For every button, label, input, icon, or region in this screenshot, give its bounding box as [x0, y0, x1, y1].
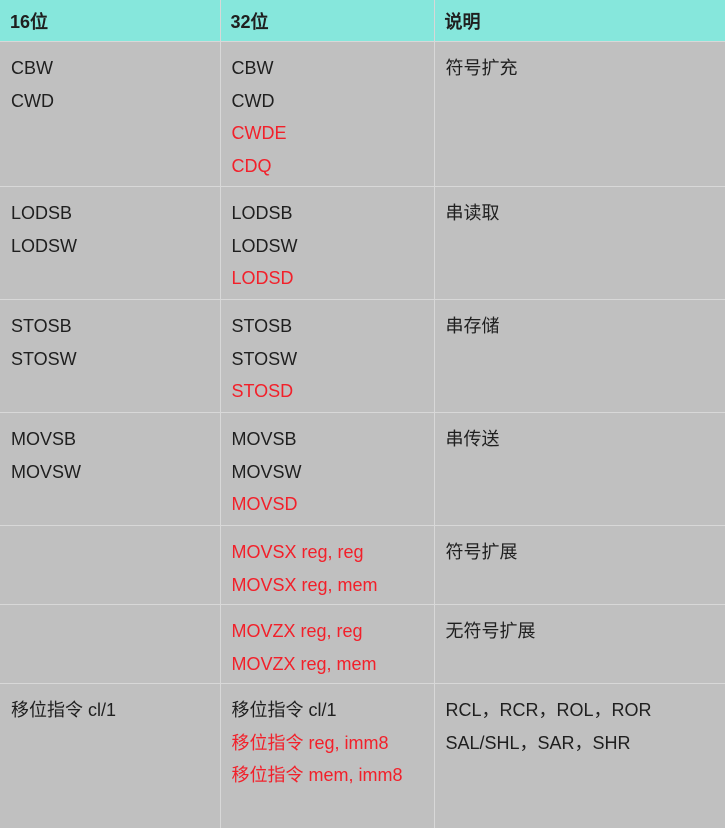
header-description: 说明 — [434, 0, 725, 42]
cell-32bit: LODSBLODSWLODSD — [220, 187, 434, 300]
description-text: SAL/SHL，SAR，SHR — [446, 727, 716, 760]
instruction-32bit-new: CDQ — [232, 150, 424, 183]
instruction-32bit-new: MOVZX reg, reg — [232, 615, 424, 648]
header-32bit: 32位 — [220, 0, 434, 42]
instruction-16bit: CWD — [11, 85, 210, 118]
cell-description: 符号扩充 — [434, 42, 725, 187]
header-row: 16位 32位 说明 — [0, 0, 725, 42]
instruction-16bit: STOSB — [11, 310, 210, 343]
cell-32bit: MOVSX reg, regMOVSX reg, mem — [220, 526, 434, 605]
table-row: STOSBSTOSWSTOSBSTOSWSTOSD串存储 — [0, 300, 725, 413]
instruction-16bit: LODSW — [11, 230, 210, 263]
instruction-32bit-new: LODSD — [232, 262, 424, 295]
cell-description: RCL，RCR，ROL，RORSAL/SHL，SAR，SHR — [434, 684, 725, 828]
instruction-32bit: LODSB — [232, 197, 424, 230]
instruction-32bit-new: STOSD — [232, 375, 424, 408]
table-header: 16位 32位 说明 — [0, 0, 725, 42]
description-text: 串存储 — [446, 310, 716, 343]
instruction-32bit-new: MOVSX reg, reg — [232, 536, 424, 569]
cell-description: 串存储 — [434, 300, 725, 413]
cell-description: 串传送 — [434, 413, 725, 526]
instruction-32bit: STOSW — [232, 343, 424, 376]
cell-32bit: 移位指令 cl/1移位指令 reg, imm8移位指令 mem, imm8 — [220, 684, 434, 828]
instruction-comparison-table: 16位 32位 说明 CBWCWDCBWCWDCWDECDQ符号扩充LODSBL… — [0, 0, 725, 828]
description-text: 符号扩充 — [446, 52, 716, 85]
instruction-16bit: 移位指令 cl/1 — [11, 694, 210, 727]
cell-32bit: MOVZX reg, regMOVZX reg, mem — [220, 605, 434, 684]
instruction-32bit-new: MOVSX reg, mem — [232, 569, 424, 602]
instruction-32bit: 移位指令 cl/1 — [232, 694, 424, 727]
instruction-32bit: MOVSB — [232, 423, 424, 456]
cell-description: 串读取 — [434, 187, 725, 300]
cell-32bit: MOVSBMOVSWMOVSD — [220, 413, 434, 526]
cell-16bit: LODSBLODSW — [0, 187, 220, 300]
header-16bit: 16位 — [0, 0, 220, 42]
instruction-32bit-new: 移位指令 mem, imm8 — [232, 759, 424, 792]
instruction-32bit: CBW — [232, 52, 424, 85]
description-text: 串传送 — [446, 423, 716, 456]
instruction-16bit: STOSW — [11, 343, 210, 376]
description-text: 串读取 — [446, 197, 716, 230]
description-text: RCL，RCR，ROL，ROR — [446, 694, 716, 727]
cell-16bit: STOSBSTOSW — [0, 300, 220, 413]
instruction-16bit: CBW — [11, 52, 210, 85]
table-row: LODSBLODSWLODSBLODSWLODSD串读取 — [0, 187, 725, 300]
cell-32bit: STOSBSTOSWSTOSD — [220, 300, 434, 413]
table-row: 移位指令 cl/1移位指令 cl/1移位指令 reg, imm8移位指令 mem… — [0, 684, 725, 828]
instruction-32bit-new: CWDE — [232, 117, 424, 150]
cell-16bit — [0, 605, 220, 684]
instruction-32bit-new: MOVZX reg, mem — [232, 648, 424, 681]
instruction-32bit: LODSW — [232, 230, 424, 263]
cell-16bit: 移位指令 cl/1 — [0, 684, 220, 828]
cell-description: 符号扩展 — [434, 526, 725, 605]
instruction-16bit: MOVSB — [11, 423, 210, 456]
table-body: CBWCWDCBWCWDCWDECDQ符号扩充LODSBLODSWLODSBLO… — [0, 42, 725, 828]
cell-16bit: CBWCWD — [0, 42, 220, 187]
description-text: 符号扩展 — [446, 536, 716, 569]
instruction-32bit-new: MOVSD — [232, 488, 424, 521]
instruction-16bit: LODSB — [11, 197, 210, 230]
instruction-32bit: STOSB — [232, 310, 424, 343]
instruction-32bit: MOVSW — [232, 456, 424, 489]
description-text: 无符号扩展 — [446, 615, 716, 648]
table-row: MOVSX reg, regMOVSX reg, mem 符号扩展 — [0, 526, 725, 605]
cell-16bit — [0, 526, 220, 605]
table-row: MOVZX reg, regMOVZX reg, mem 无符号扩展 — [0, 605, 725, 684]
cell-description: 无符号扩展 — [434, 605, 725, 684]
instruction-16bit: MOVSW — [11, 456, 210, 489]
table-row: MOVSBMOVSWMOVSBMOVSWMOVSD串传送 — [0, 413, 725, 526]
cell-32bit: CBWCWDCWDECDQ — [220, 42, 434, 187]
table-row: CBWCWDCBWCWDCWDECDQ符号扩充 — [0, 42, 725, 187]
cell-16bit: MOVSBMOVSW — [0, 413, 220, 526]
instruction-32bit-new: 移位指令 reg, imm8 — [232, 727, 424, 760]
instruction-32bit: CWD — [232, 85, 424, 118]
